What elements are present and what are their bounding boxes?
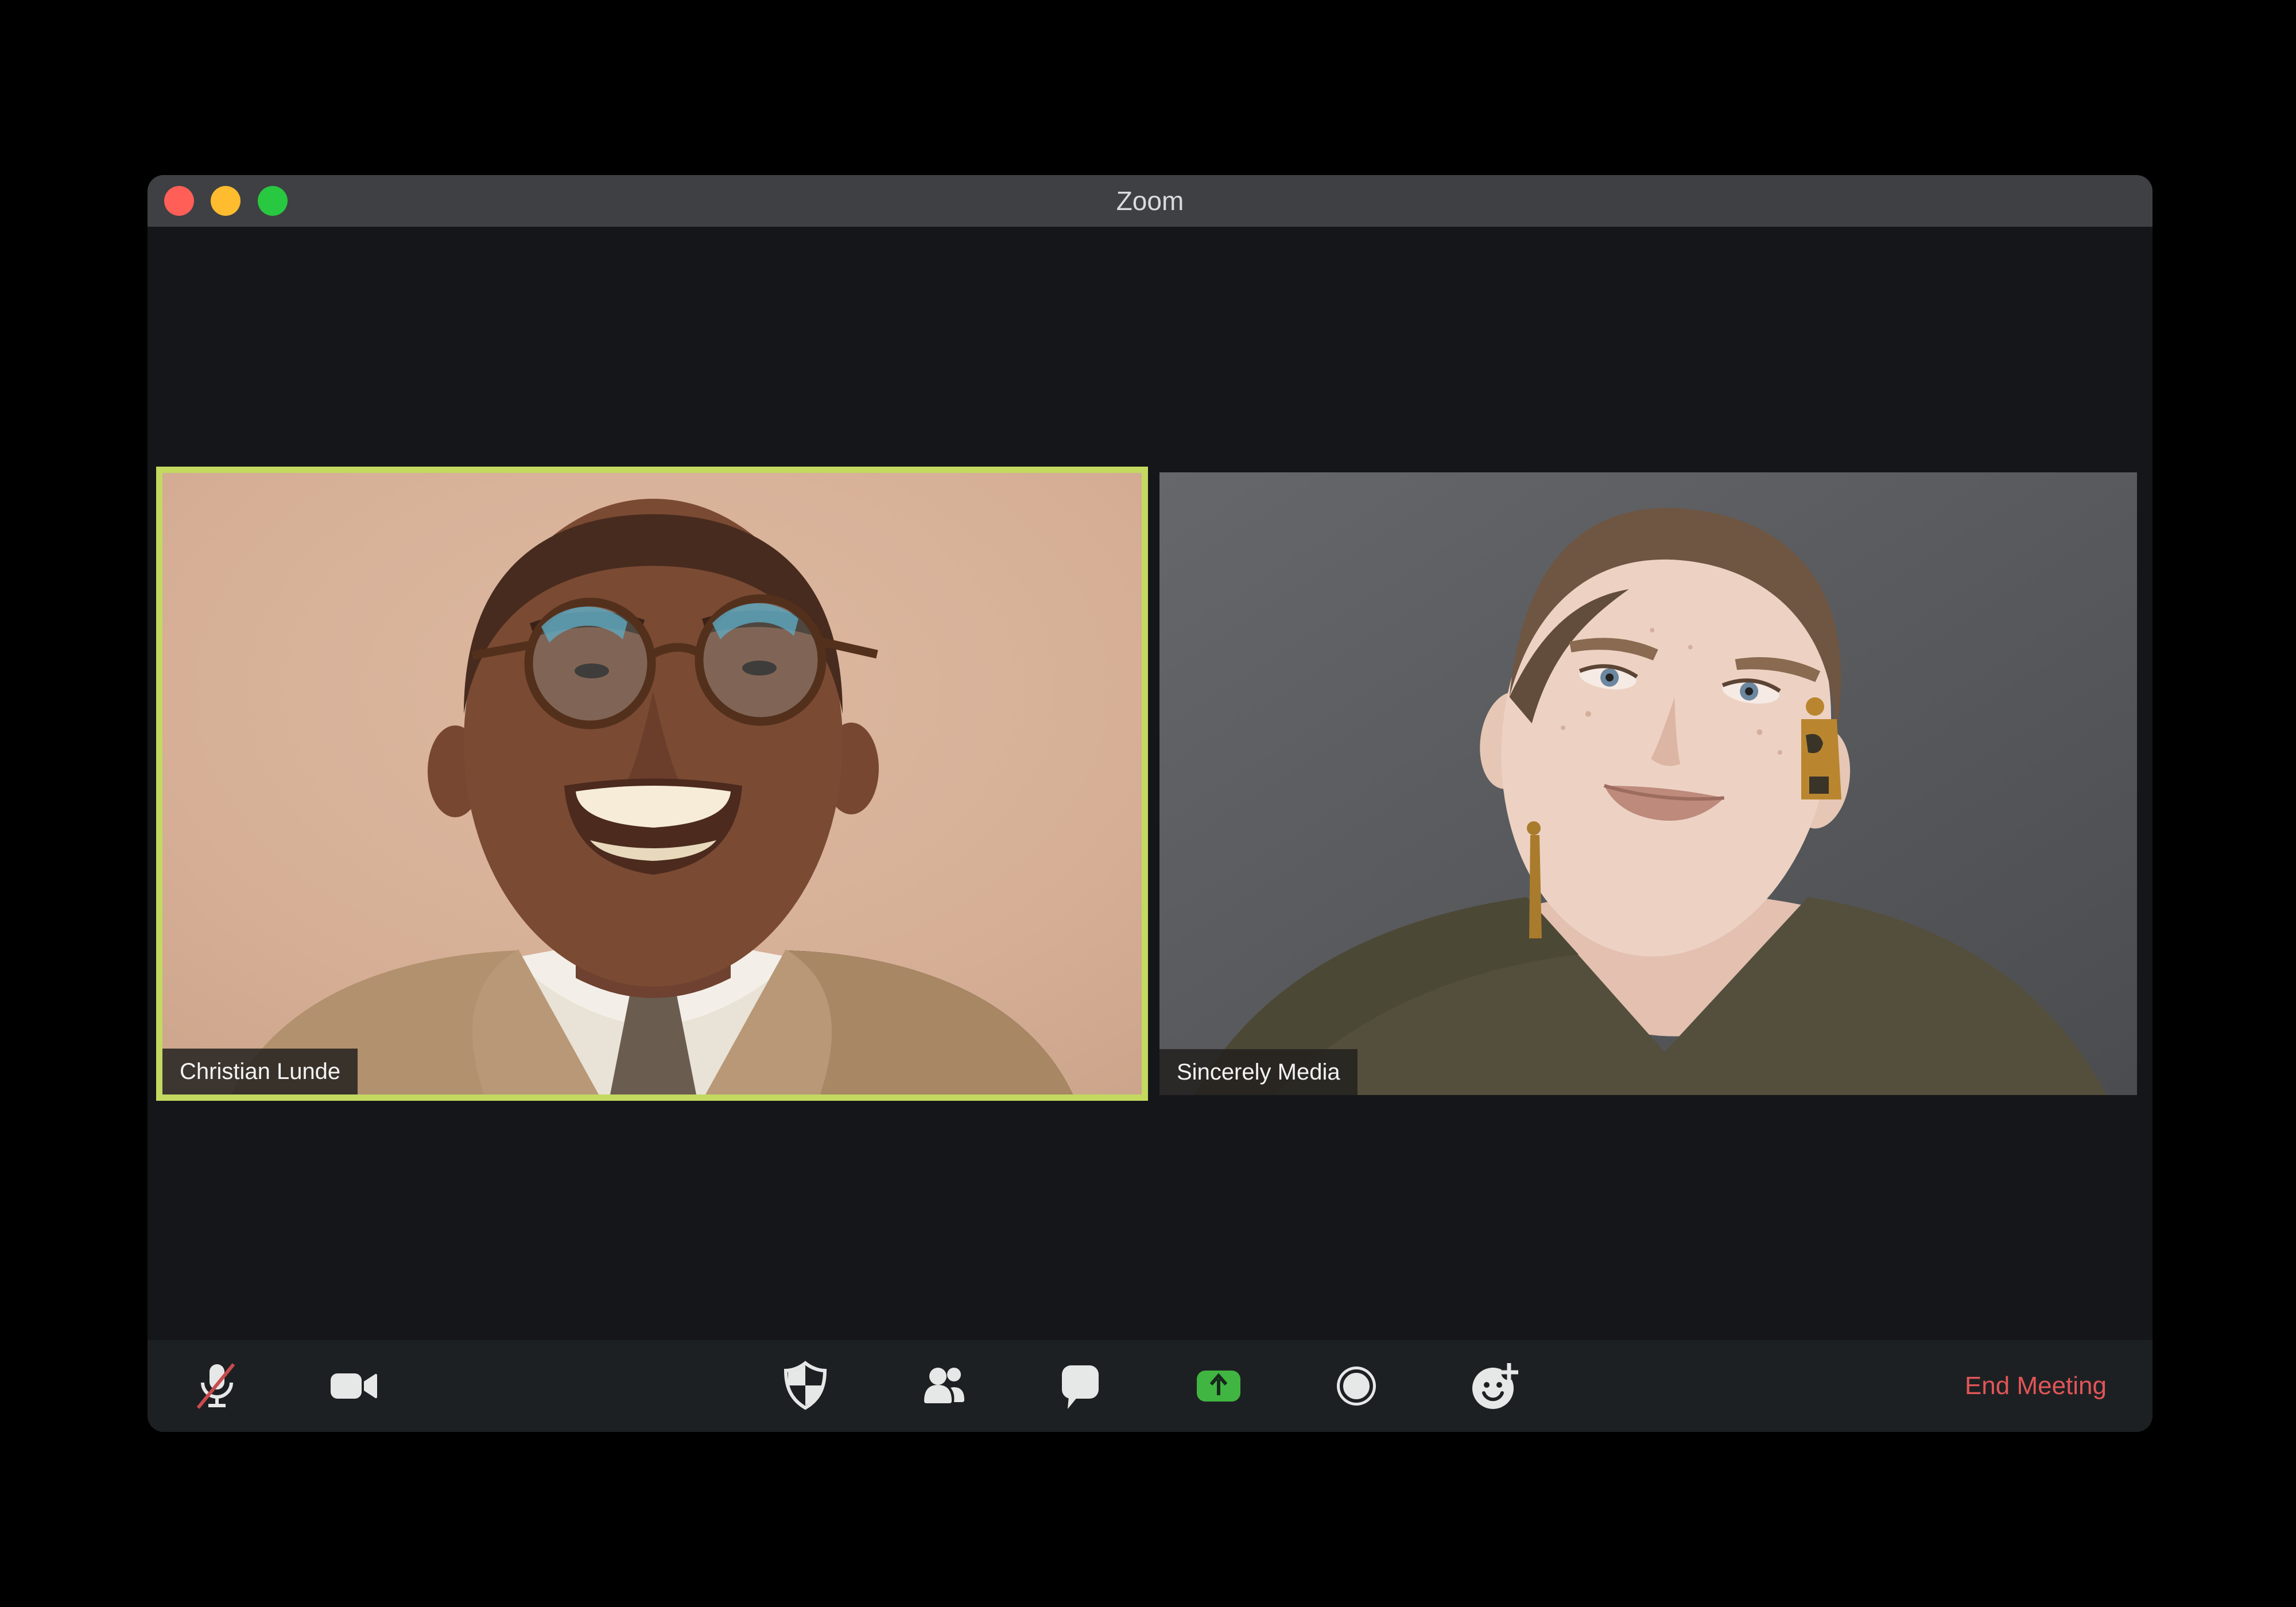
desktop-background: Zoom Christian Lunde Sincerely Media End… bbox=[0, 0, 2296, 1607]
chat-button[interactable] bbox=[1049, 1354, 1112, 1418]
video-camera-icon bbox=[331, 1373, 377, 1399]
security-button[interactable] bbox=[774, 1354, 837, 1418]
share-screen-button[interactable] bbox=[1187, 1354, 1250, 1418]
meeting-toolbar: End Meeting bbox=[148, 1340, 2152, 1432]
window-title: Zoom bbox=[1116, 186, 1184, 216]
participant-video-christian-lunde bbox=[162, 473, 1142, 1094]
participants-icon bbox=[924, 1368, 964, 1403]
name-badge-christian-lunde: Christian Lunde bbox=[162, 1049, 358, 1094]
participant-video-sincerely-media bbox=[1159, 472, 2137, 1095]
record-button[interactable] bbox=[1325, 1354, 1388, 1418]
reactions-button[interactable] bbox=[1464, 1354, 1527, 1418]
end-meeting-button[interactable]: End Meeting bbox=[1965, 1340, 2107, 1432]
share-screen-icon bbox=[1197, 1371, 1240, 1402]
record-icon bbox=[1337, 1367, 1376, 1406]
security-shield-icon bbox=[784, 1361, 827, 1410]
mute-button[interactable] bbox=[185, 1354, 248, 1418]
video-tile-sincerely-media[interactable]: Sincerely Media bbox=[1159, 472, 2137, 1095]
reactions-icon bbox=[1472, 1363, 1518, 1409]
titlebar[interactable]: Zoom bbox=[148, 175, 2152, 227]
name-badge-sincerely-media: Sincerely Media bbox=[1159, 1049, 1358, 1095]
chat-icon bbox=[1062, 1365, 1099, 1409]
video-tile-christian-lunde[interactable]: Christian Lunde bbox=[156, 467, 1148, 1101]
video-button[interactable] bbox=[322, 1354, 385, 1418]
mic-muted-icon bbox=[196, 1363, 235, 1409]
participants-button[interactable] bbox=[912, 1354, 975, 1418]
zoom-app-window: Zoom Christian Lunde Sincerely Media End… bbox=[148, 175, 2152, 1432]
